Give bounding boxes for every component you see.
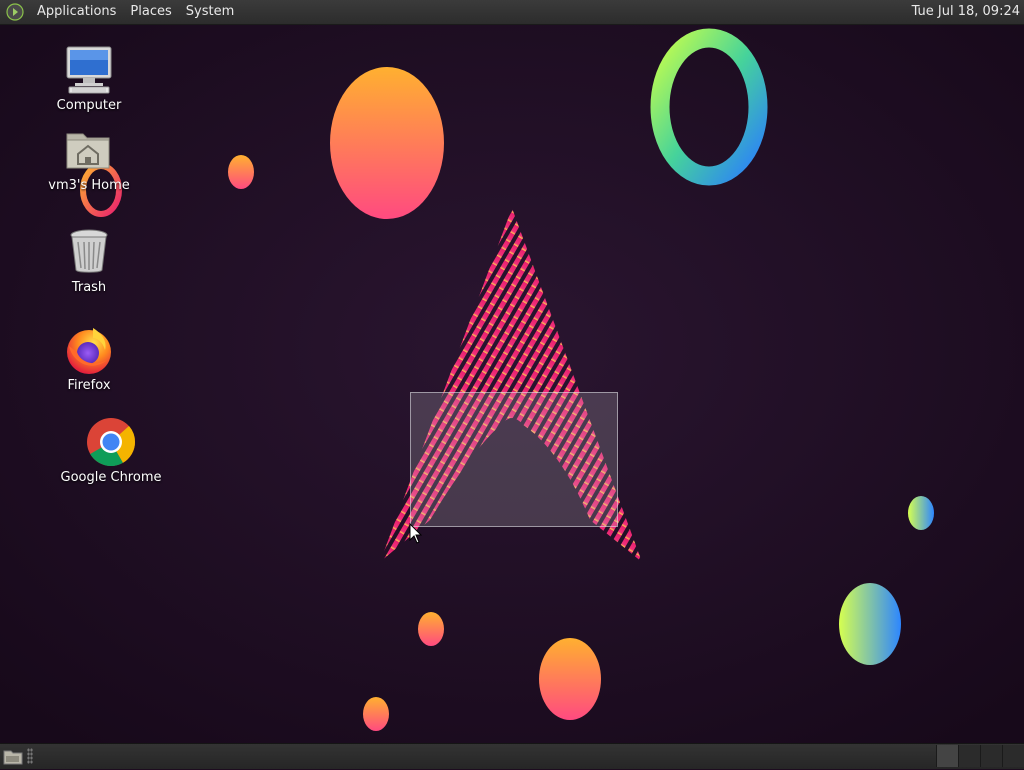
bottom-panel xyxy=(0,743,1024,769)
workspace-switcher xyxy=(936,745,1024,768)
desktop-icon-trash[interactable]: Trash xyxy=(48,226,130,295)
bubble xyxy=(228,155,254,189)
desktop-icon-firefox[interactable]: Firefox xyxy=(48,324,130,393)
workspace-3[interactable] xyxy=(980,745,1002,767)
desktop-icon-computer[interactable]: Computer xyxy=(48,44,130,113)
panel-drag-handle[interactable] xyxy=(27,748,33,764)
desktop-icon-label: Computer xyxy=(56,98,122,113)
computer-icon xyxy=(63,44,115,96)
desktop-icon-home[interactable]: vm3's Home xyxy=(45,124,133,193)
bubble xyxy=(839,583,901,665)
show-desktop-icon[interactable] xyxy=(2,747,24,766)
mouse-pointer-icon xyxy=(409,523,423,544)
desktop-wallpaper xyxy=(0,25,1024,743)
workspace-4[interactable] xyxy=(1002,745,1024,767)
chrome-icon xyxy=(85,416,137,468)
home-folder-icon xyxy=(63,124,115,176)
desktop-icon-chrome[interactable]: Google Chrome xyxy=(58,416,164,485)
menu-applications[interactable]: Applications xyxy=(30,0,123,24)
mate-menu-icon[interactable] xyxy=(6,3,24,21)
desktop-icon-label: Firefox xyxy=(67,378,111,393)
desktop-icon-label: vm3's Home xyxy=(48,178,130,193)
firefox-icon xyxy=(63,324,115,376)
desktop-icon-label: Google Chrome xyxy=(60,470,162,485)
desktop-icon-label: Trash xyxy=(71,280,107,295)
bubble xyxy=(363,697,389,731)
trash-icon xyxy=(63,226,115,278)
workspace-1[interactable] xyxy=(936,745,958,767)
top-panel: Applications Places System Tue Jul 18, 0… xyxy=(0,0,1024,25)
selection-rectangle xyxy=(410,392,618,527)
workspace-2[interactable] xyxy=(958,745,980,767)
bubble xyxy=(330,67,444,219)
menu-places[interactable]: Places xyxy=(123,0,178,24)
bubble xyxy=(908,496,934,530)
menu-system[interactable]: System xyxy=(179,0,241,24)
bubble xyxy=(539,638,601,720)
bubble xyxy=(418,612,444,646)
clock[interactable]: Tue Jul 18, 09:24 xyxy=(912,0,1020,24)
